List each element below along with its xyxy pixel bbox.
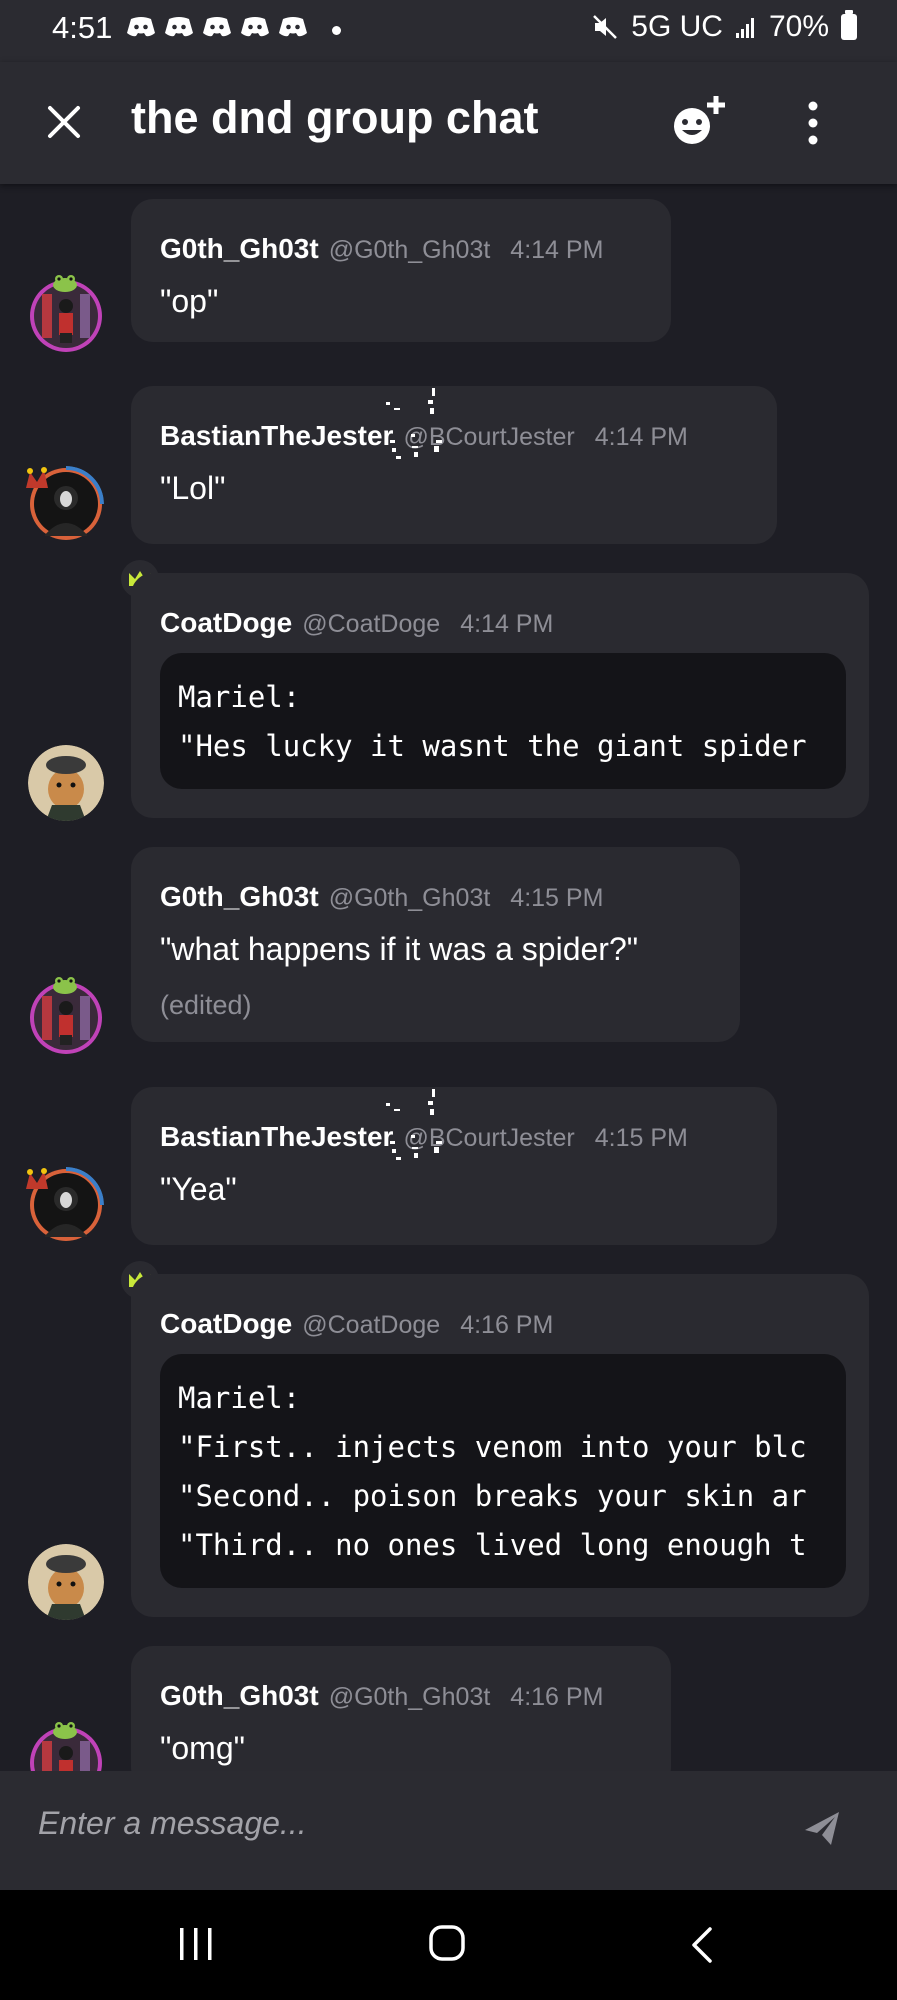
message-text: "Yea" [160,1171,237,1207]
author-handle: @G0th_Gh03t [328,236,491,264]
message-bubble[interactable]: G0th_Gh03t @G0th_Gh03t 4:16 PM "omg" [131,1646,671,1771]
author-handle: @CoatDoge [302,610,441,638]
send-icon[interactable] [802,1808,842,1848]
message-time: 4:16 PM [460,1311,554,1339]
message-time: 4:14 PM [594,423,688,451]
message-bubble[interactable]: CoatDoge @CoatDoge 4:16 PM Mariel: "Firs… [131,1274,869,1617]
author-name[interactable]: CoatDoge [160,1308,292,1340]
message-bubble[interactable]: G0th_Gh03t @G0th_Gh03t 4:14 PM "op" [131,199,671,342]
author-handle: @G0th_Gh03t [328,884,491,912]
avatar[interactable] [28,1544,104,1620]
zalgo-glyph-decoration [386,1089,442,1160]
message-list[interactable]: G0th_Gh03t @G0th_Gh03t 4:14 PM "op" Bast… [0,184,897,1771]
avatar[interactable] [28,745,104,821]
edited-label: (edited) [160,990,252,1020]
battery-percent: 70% [768,10,829,43]
discord-icon [127,17,155,37]
back-icon[interactable] [686,1926,716,1964]
code-block: Mariel: "First.. injects venom into your… [160,1354,846,1588]
zalgo-glyph-decoration [386,388,442,459]
message-header: G0th_Gh03t @G0th_Gh03t 4:14 PM [160,233,603,265]
network-type: 5G UC [631,10,723,43]
chat-header: the dnd group chat [0,62,897,184]
message-bubble[interactable]: G0th_Gh03t @G0th_Gh03t 4:15 PM "what hap… [131,847,740,1042]
author-name-part: BastianThe [160,420,311,451]
notification-icons [126,16,308,38]
message-header: G0th_Gh03t @G0th_Gh03t 4:16 PM [160,1680,603,1712]
close-icon[interactable] [44,102,84,142]
message-bubble[interactable]: CoatDoge @CoatDoge 4:14 PM Mariel: "Hes … [131,573,869,818]
message-header: CoatDoge @CoatDoge 4:14 PM [160,607,553,639]
status-bar: 4:51 5G UC 70% [0,0,897,62]
discord-icon [165,17,193,37]
chat-title: the dnd group chat [131,92,539,143]
author-name[interactable]: G0th_Gh03t [160,1680,319,1712]
add-reaction-icon[interactable] [668,92,732,152]
discord-icon [279,17,307,37]
author-name[interactable]: CoatDoge [160,607,292,639]
jester-hat-decoration-icon [26,467,48,488]
discord-icon [241,17,269,37]
author-handle: @G0th_Gh03t [328,1683,491,1711]
signal-icon [735,18,754,38]
code-block: Mariel: "Hes lucky it wasnt the giant sp… [160,653,846,789]
more-notifications-dot [332,26,341,35]
message-text: "Lol" [160,470,226,506]
message-time: 4:15 PM [510,884,604,912]
mute-icon [593,15,618,39]
message-time: 4:15 PM [594,1124,688,1152]
author-handle: @CoatDoge [302,1311,441,1339]
message-composer: Enter a message... [0,1771,897,1890]
message-time: 4:14 PM [460,610,554,638]
status-time: 4:51 [52,10,113,45]
battery-icon [841,10,857,40]
message-text: "op" [160,283,219,319]
discord-icon [203,17,231,37]
more-vertical-icon[interactable] [794,98,832,148]
message-text: "omg" [160,1730,245,1766]
message-text: "what happens if it was a spider?" [160,931,639,967]
author-name-part: BastianThe [160,1121,311,1152]
frog-decoration-icon [53,1722,77,1739]
recent-apps-icon[interactable] [176,1926,216,1962]
system-nav-bar [0,1890,897,2000]
jester-hat-decoration-icon [26,1168,48,1189]
author-name[interactable]: G0th_Gh03t [160,233,319,265]
frog-decoration-icon [53,275,77,292]
message-header: G0th_Gh03t @G0th_Gh03t 4:15 PM [160,881,603,913]
author-name[interactable]: G0th_Gh03t [160,881,319,913]
message-header: CoatDoge @CoatDoge 4:16 PM [160,1308,553,1340]
status-right: 5G UC 70% [591,10,857,44]
message-time: 4:16 PM [510,1683,604,1711]
message-time: 4:14 PM [510,236,604,264]
message-bubble[interactable]: BastianTheJester @BCourtJester 4:14 PM "… [131,386,777,544]
home-icon[interactable] [428,1924,466,1962]
frog-decoration-icon [53,977,77,994]
message-input[interactable]: Enter a message... [38,1805,307,1842]
message-bubble[interactable]: BastianTheJester @BCourtJester 4:15 PM "… [131,1087,777,1245]
